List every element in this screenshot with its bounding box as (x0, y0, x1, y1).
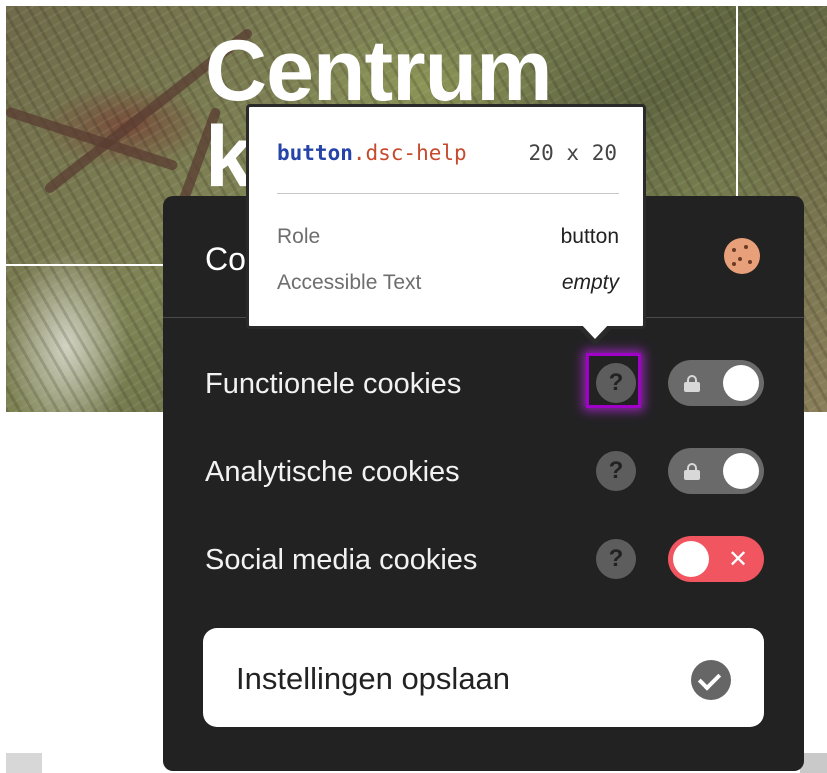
toggle-knob (673, 541, 709, 577)
toggle-knob (723, 453, 759, 489)
tooltip-accessible-text-value: empty (561, 271, 619, 294)
hero-branch-decoration (6, 106, 179, 172)
cookie-row-analytics: Analytische cookies ? (163, 448, 804, 496)
toggle-knob (723, 365, 759, 401)
lock-icon (684, 463, 700, 480)
close-icon: ✕ (728, 546, 749, 573)
save-settings-label: Instellingen opslaan (236, 661, 511, 696)
tooltip-arrow (576, 323, 614, 346)
tooltip-accessible-text-label: Accessible Text (277, 271, 422, 294)
cookie-row-functional: Functionele cookies ? (163, 353, 804, 408)
cookie-toggle-off[interactable]: ✕ (668, 536, 764, 582)
tooltip-divider (277, 193, 619, 194)
help-button[interactable]: ? (596, 363, 636, 403)
hero-title-line: Centrum (205, 23, 553, 119)
bottom-image-strip (800, 753, 827, 773)
help-button[interactable]: ? (596, 451, 636, 491)
tooltip-class: .dsc-help (352, 141, 467, 165)
tooltip-tag: button (277, 141, 353, 165)
save-settings-button[interactable]: Instellingen opslaan (203, 628, 764, 727)
tooltip-selector: button.dsc-help (277, 141, 467, 165)
help-button[interactable]: ? (596, 539, 636, 579)
bottom-image-strip (6, 753, 42, 773)
tooltip-role-label: Role (277, 225, 321, 248)
cookie-toggle-locked[interactable] (668, 448, 764, 494)
check-circle-icon (691, 660, 731, 700)
cookie-icon (724, 238, 760, 274)
cookie-row-label: Social media cookies (205, 544, 478, 576)
tooltip-size: 20 x 20 (528, 141, 617, 165)
lock-icon (684, 375, 700, 392)
dialog-title: Co (205, 241, 246, 277)
cookie-toggle-locked[interactable] (668, 360, 764, 406)
cookie-row-label: Functionele cookies (205, 368, 462, 400)
tooltip-role-value: button (560, 225, 619, 248)
devtools-inspect-tooltip: button.dsc-help 20 x 20 Role button Acce… (246, 104, 646, 329)
cookie-row-label: Analytische cookies (205, 456, 460, 488)
cookie-row-social-media: Social media cookies ? ✕ (163, 536, 804, 584)
